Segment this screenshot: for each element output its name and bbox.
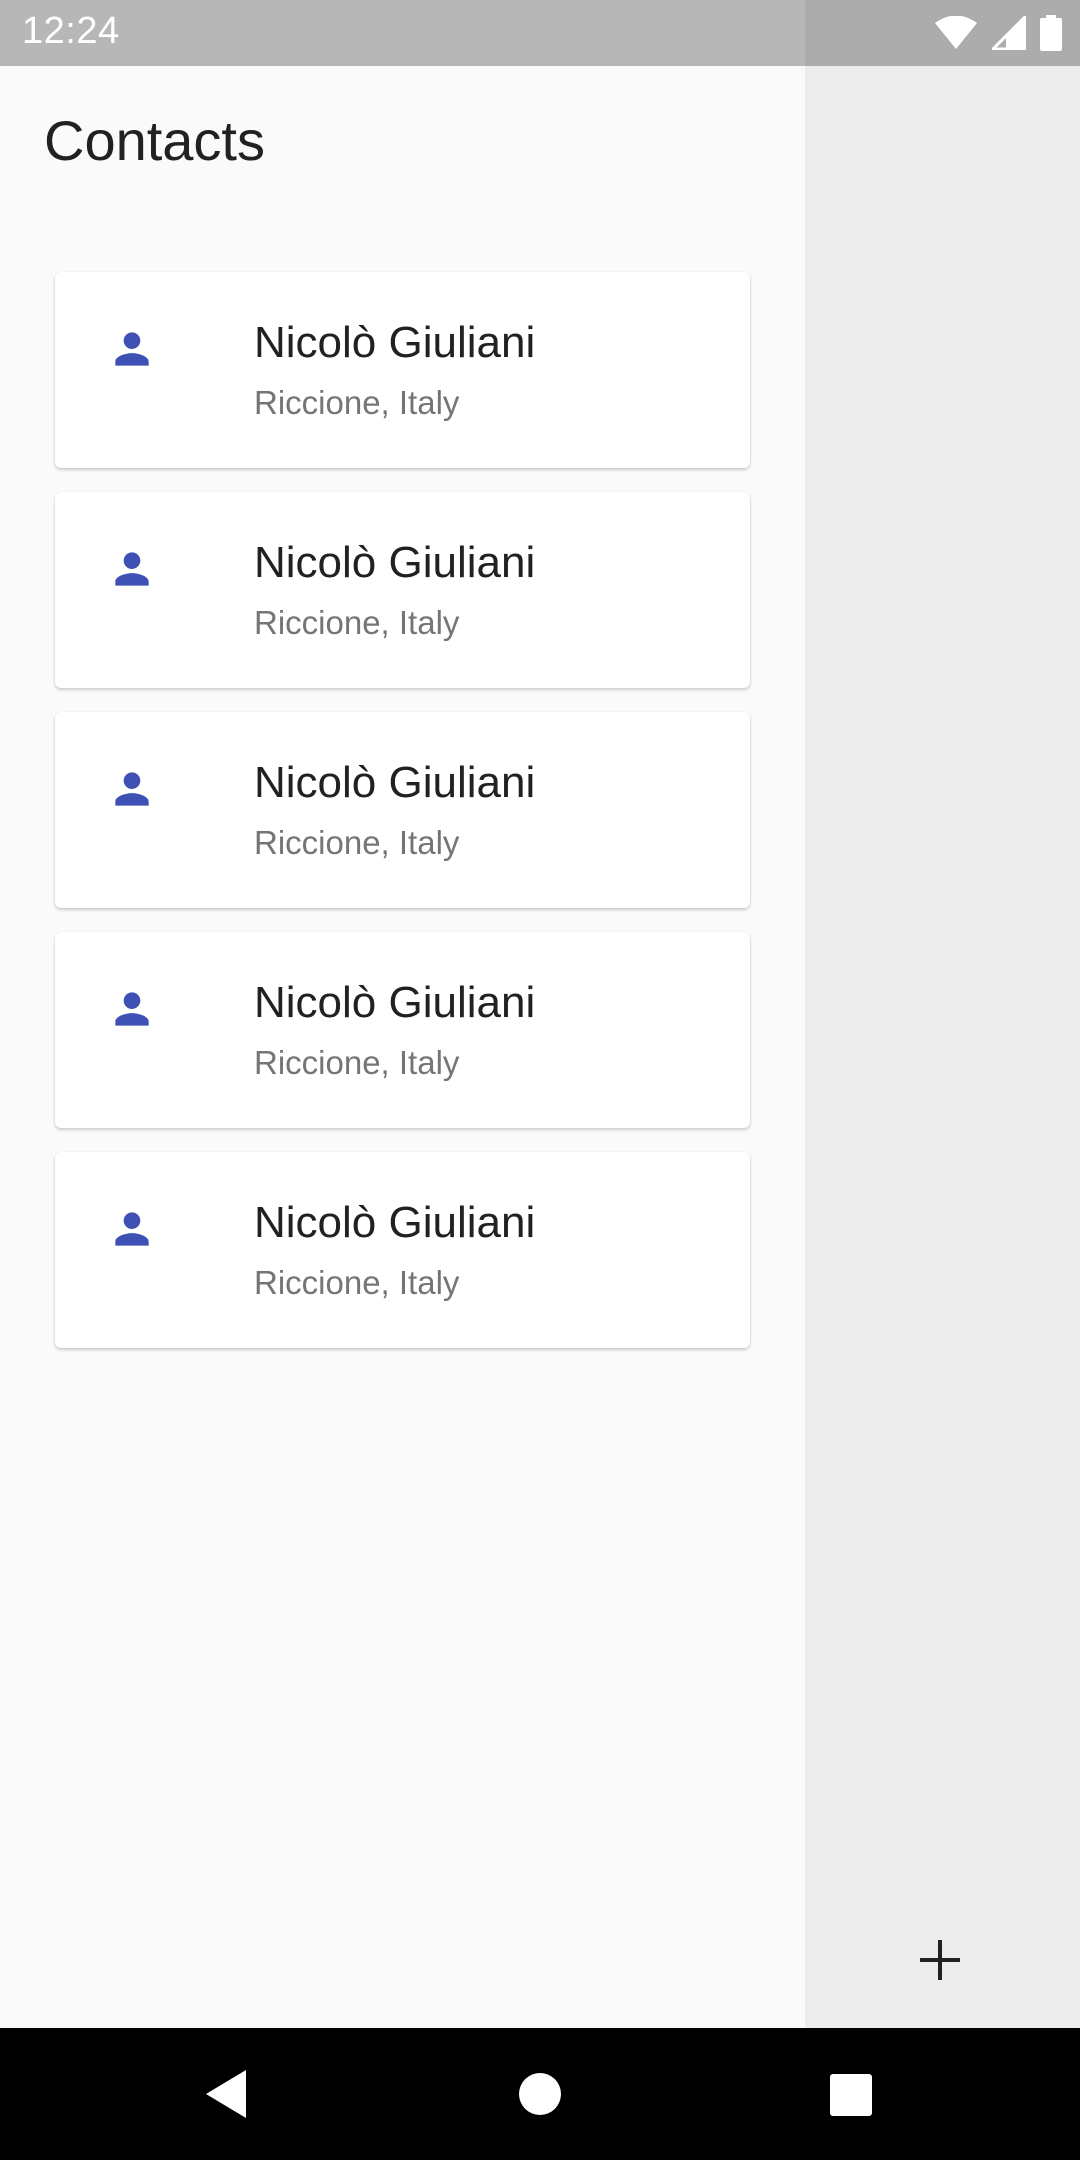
nav-home-button[interactable] (510, 2064, 570, 2124)
contact-card[interactable]: Nicolò Giuliani Riccione, Italy (55, 932, 750, 1128)
wifi-icon (935, 16, 977, 49)
home-circle-icon (519, 2073, 561, 2115)
status-icons (934, 14, 1062, 52)
battery-icon (1040, 15, 1062, 51)
contact-card[interactable]: Nicolò Giuliani Riccione, Italy (55, 272, 750, 468)
contact-card[interactable]: Nicolò Giuliani Riccione, Italy (55, 492, 750, 688)
page-title: Contacts (44, 109, 265, 172)
recents-square-icon (830, 2074, 872, 2116)
nav-back-button[interactable] (198, 2064, 258, 2124)
contact-location: Riccione, Italy (254, 824, 460, 861)
contact-card[interactable]: Nicolò Giuliani Riccione, Italy (55, 712, 750, 908)
status-time: 12:24 (22, 10, 120, 52)
contact-name: Nicolò Giuliani (254, 758, 536, 807)
contact-location: Riccione, Italy (254, 1264, 460, 1301)
contact-name: Nicolò Giuliani (254, 538, 536, 587)
contact-name: Nicolò Giuliani (254, 1198, 536, 1247)
contact-name: Nicolò Giuliani (254, 318, 536, 367)
person-icon (115, 1212, 149, 1246)
person-icon (115, 772, 149, 806)
main-content-scrim[interactable] (805, 66, 1080, 2028)
plus-icon (920, 1940, 960, 1980)
person-icon (115, 992, 149, 1026)
status-bar: 12:24 (0, 0, 1080, 66)
contact-card[interactable]: Nicolò Giuliani Riccione, Italy (55, 1152, 750, 1348)
system-navigation-bar (0, 2028, 1080, 2160)
contact-location: Riccione, Italy (254, 604, 460, 641)
back-triangle-icon (206, 2070, 246, 2118)
contact-location: Riccione, Italy (254, 384, 460, 421)
person-icon (115, 552, 149, 586)
contact-name: Nicolò Giuliani (254, 978, 536, 1027)
nav-recents-button[interactable] (820, 2064, 880, 2124)
person-icon (115, 332, 149, 366)
contact-list: Nicolò Giuliani Riccione, Italy Nicolò G… (55, 272, 750, 1372)
cell-signal-icon (992, 16, 1026, 50)
contact-location: Riccione, Italy (254, 1044, 460, 1081)
add-contact-button[interactable] (910, 1930, 970, 1990)
